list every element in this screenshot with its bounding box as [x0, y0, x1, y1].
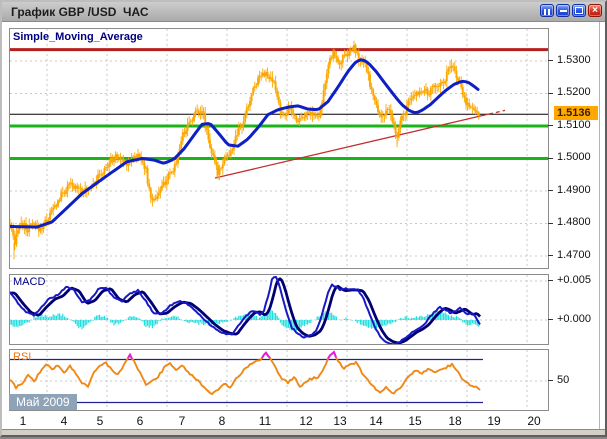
date-tick-label: 15: [408, 414, 421, 428]
macd-tick-label: +0.000: [557, 313, 591, 326]
date-tick-label: 4: [61, 414, 68, 428]
date-tick-label: 19: [487, 414, 500, 428]
window-title: График GBP /USD ЧАС: [2, 5, 149, 19]
date-tick-label: 5: [97, 414, 104, 428]
price-tick-label: 1.5000: [557, 151, 591, 164]
price-tick-label: 1.4900: [557, 184, 591, 197]
price-tick-label: 1.4800: [557, 216, 591, 229]
axis-tick-mark: [548, 190, 553, 191]
axis-tick-mark: [548, 223, 553, 224]
chart-window: График GBP /USD ЧАС × Simple_Moving_Aver…: [0, 0, 607, 437]
time-axis[interactable]: 1456781112131415181920: [2, 413, 548, 430]
axis-tick-mark: [548, 280, 553, 281]
sma-indicator-label: Simple_Moving_Average: [13, 31, 143, 43]
axis-tick-mark: [548, 255, 553, 256]
axis-tick-mark: [548, 158, 553, 159]
date-tick-label: 11: [259, 414, 271, 428]
price-tick-label: 1.5300: [557, 54, 591, 67]
macd-panel[interactable]: MACD: [9, 274, 549, 345]
date-tick-label: 7: [179, 414, 186, 428]
date-tick-label: 6: [137, 414, 144, 428]
date-tick-label: 1: [20, 414, 27, 428]
date-tick-label: 20: [527, 414, 540, 428]
date-tick-label: 18: [448, 414, 461, 428]
macd-tick-label: +0.005: [557, 274, 591, 287]
rsi-canvas[interactable]: [10, 350, 548, 410]
price-tick-label: 1.4700: [557, 249, 591, 262]
axis-tick-mark: [548, 380, 553, 381]
axis-tick-mark: [548, 60, 553, 61]
rsi-tick-label: 50: [557, 374, 569, 387]
month-label: Май 2009: [9, 394, 77, 410]
current-price-tag: 1.5136: [554, 106, 598, 120]
title-bar[interactable]: График GBP /USD ЧАС: [2, 2, 605, 22]
macd-canvas[interactable]: [10, 275, 548, 344]
date-tick-label: 8: [219, 414, 226, 428]
price-tick-label: 1.5200: [557, 86, 591, 99]
price-chart-canvas[interactable]: [10, 29, 548, 268]
rsi-indicator-label: RSI: [13, 351, 31, 363]
price-chart-panel[interactable]: Simple_Moving_Average: [9, 28, 549, 269]
window-right-edge: [599, 22, 600, 430]
price-tick-label: 1.5100: [557, 119, 591, 132]
date-tick-label: 14: [369, 414, 382, 428]
date-tick-label: 12: [299, 414, 312, 428]
window-bottom-frame: [2, 429, 605, 435]
macd-indicator-label: MACD: [13, 276, 45, 288]
axis-tick-mark: [548, 319, 553, 320]
axis-tick-mark: [548, 125, 553, 126]
axis-tick-mark: [548, 93, 553, 94]
rsi-panel[interactable]: RSI: [9, 349, 549, 411]
date-tick-label: 13: [333, 414, 346, 428]
